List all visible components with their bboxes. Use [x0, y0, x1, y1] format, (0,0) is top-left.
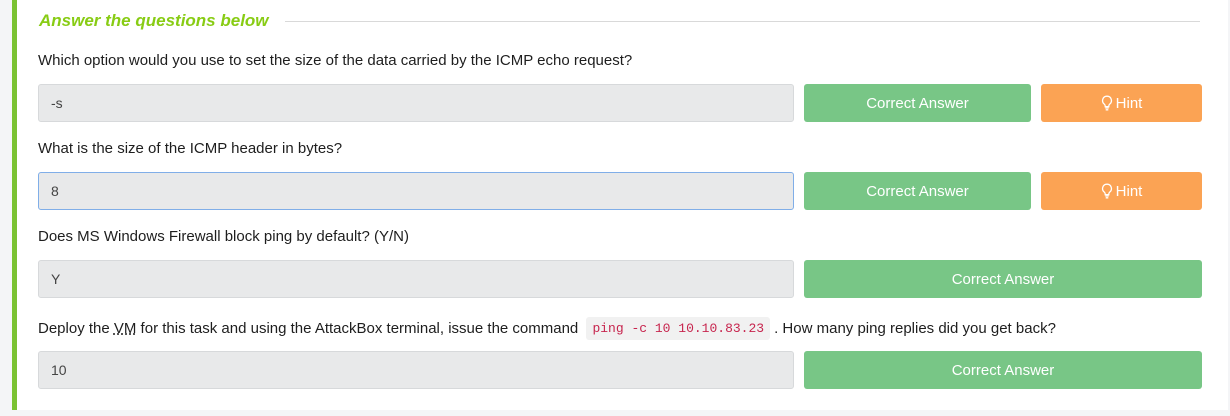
vm-abbreviation: VM: [113, 319, 137, 337]
question-1-text: Which option would you use to set the si…: [38, 52, 633, 69]
answer-panel: Answer the questions below Which option …: [12, 0, 1228, 410]
correct-answer-button-3[interactable]: Correct Answer: [804, 260, 1202, 298]
command-code: ping -c 10 10.10.83.23: [586, 316, 771, 340]
correct-answer-button-1[interactable]: Correct Answer: [804, 84, 1031, 122]
section-divider: [284, 20, 1200, 22]
lightbulb-icon: [1101, 183, 1112, 199]
question-4-text: Deploy the VM for this task and using th…: [38, 314, 1056, 342]
answer-4-input[interactable]: [38, 351, 794, 389]
section-title: Answer the questions below: [39, 11, 269, 30]
hint-button-2[interactable]: Hint: [1041, 172, 1202, 210]
question-2-text: What is the size of the ICMP header in b…: [38, 140, 343, 157]
lightbulb-icon: [1101, 95, 1112, 111]
correct-answer-button-2[interactable]: Correct Answer: [804, 172, 1031, 210]
hint-button-1[interactable]: Hint: [1041, 84, 1202, 122]
correct-answer-button-4[interactable]: Correct Answer: [804, 351, 1202, 389]
section-header: Answer the questions below: [39, 8, 1200, 34]
answer-1-input[interactable]: [38, 84, 794, 122]
answer-3-input[interactable]: [38, 260, 794, 298]
question-3-text: Does MS Windows Firewall block ping by d…: [38, 228, 409, 245]
answer-2-input[interactable]: [38, 172, 794, 210]
